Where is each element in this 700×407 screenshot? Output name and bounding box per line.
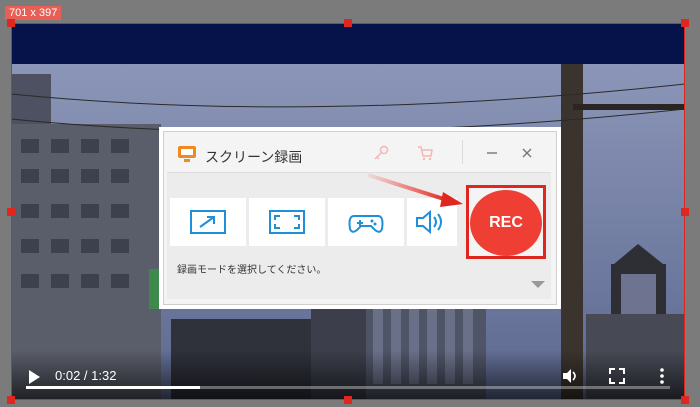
- monitor-logo-icon: [178, 146, 196, 162]
- dimensions-label: 701 x 397: [5, 6, 62, 20]
- status-message: 録画モードを選択してください。: [177, 265, 327, 276]
- gamepad-icon: [348, 215, 384, 233]
- app-title: スクリーン録画: [205, 150, 303, 166]
- resize-handle-top[interactable]: [344, 19, 352, 27]
- play-icon[interactable]: [25, 368, 43, 386]
- expand-caret-icon[interactable]: [531, 281, 545, 288]
- resize-handle-top-right[interactable]: [681, 19, 689, 27]
- more-vert-icon[interactable]: [653, 367, 671, 385]
- speaker-icon: [416, 209, 442, 235]
- cart-icon[interactable]: [417, 145, 433, 161]
- playback-time: 0:02 / 1:32: [55, 368, 117, 383]
- arrow-annotation: [367, 173, 463, 207]
- region-select-icon: [190, 210, 226, 234]
- resize-handle-bottom[interactable]: [344, 396, 352, 404]
- region-select-button[interactable]: [170, 198, 246, 246]
- resize-handle-right[interactable]: [681, 208, 689, 216]
- resize-handle-left[interactable]: [7, 208, 15, 216]
- close-icon[interactable]: [519, 145, 535, 161]
- progress-fill: [26, 386, 200, 389]
- progress-bar[interactable]: [26, 386, 670, 389]
- fullscreen-capture-icon: [269, 210, 305, 234]
- title-separator: [462, 140, 463, 164]
- rec-button[interactable]: REC: [470, 190, 542, 256]
- resize-handle-bottom-right[interactable]: [681, 396, 689, 404]
- minimize-icon[interactable]: [484, 145, 500, 161]
- player-controls: 0:02 / 1:32: [11, 350, 685, 400]
- fullscreen-capture-button[interactable]: [249, 198, 325, 246]
- resize-handle-top-left[interactable]: [7, 19, 15, 27]
- fullscreen-icon[interactable]: [608, 367, 626, 385]
- volume-icon[interactable]: [561, 367, 579, 385]
- video-top-strip: [11, 23, 685, 64]
- resize-handle-bottom-left[interactable]: [7, 396, 15, 404]
- key-icon[interactable]: [373, 145, 389, 161]
